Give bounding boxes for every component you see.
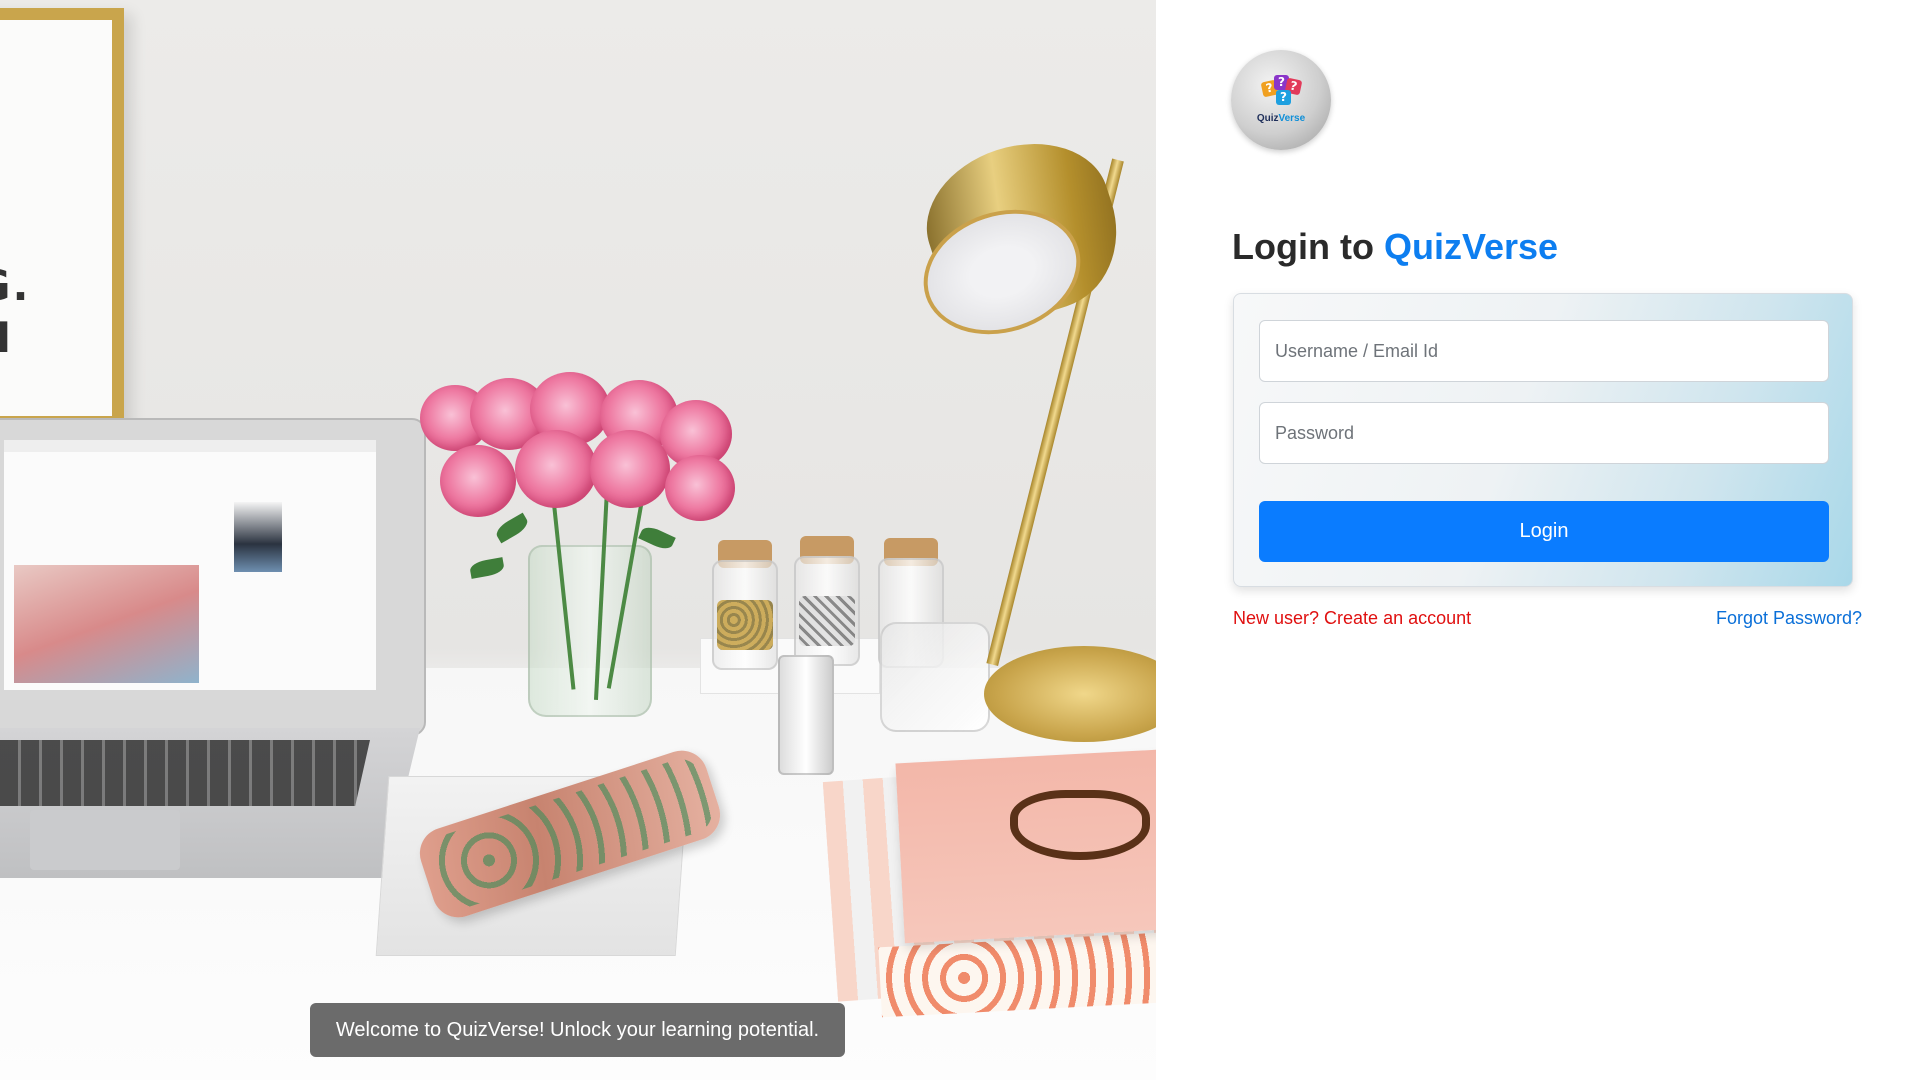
website-photo-small [234,502,282,572]
laptop-screen [0,418,426,736]
laptop-keyboard [0,740,370,806]
logo-word-verse: Verse [1278,113,1306,124]
page-title: Login to QuizVerse [1232,226,1558,268]
laptop-display [4,440,376,690]
welcome-banner: Welcome to QuizVerse! Unlock your learni… [310,1003,845,1057]
rose [590,430,670,508]
password-input[interactable] [1259,402,1829,464]
title-prefix: Login to [1232,226,1384,267]
poster-frame: G.NTY [0,8,124,466]
flower-vase [528,545,652,717]
logo-word-quiz: Quiz [1256,113,1279,124]
title-brand: QuizVerse [1383,226,1559,267]
eyeglasses [1010,790,1150,860]
username-input[interactable] [1259,320,1829,382]
website-photo [14,565,199,683]
rose [665,455,735,521]
leaf [468,557,506,579]
tape-dispenser [880,622,990,732]
browser-bar [4,440,376,452]
laptop-trackpad [30,810,180,870]
create-account-link[interactable]: New user? Create an account [1233,608,1471,629]
rose [515,430,597,508]
quizverse-logo: ? ? ? ? QuizVerse [1231,50,1331,150]
logo-question-marks-icon: ? ? ? ? [1260,75,1303,107]
paper-clips [799,596,855,646]
login-button[interactable]: Login [1259,501,1829,562]
stapler [778,655,834,775]
login-form: Login [1233,293,1853,587]
hero-image: G.NTY Welcome to QuizVerse! Unlo [0,0,1156,1080]
rose [440,445,516,517]
forgot-password-link[interactable]: Forgot Password? [1716,608,1862,629]
floral-notebook [878,932,1156,1018]
pushpins [717,600,773,650]
logo-wordmark: QuizVerse [1231,113,1331,124]
logo-mark: ? [1276,90,1291,105]
leaf [493,512,531,544]
